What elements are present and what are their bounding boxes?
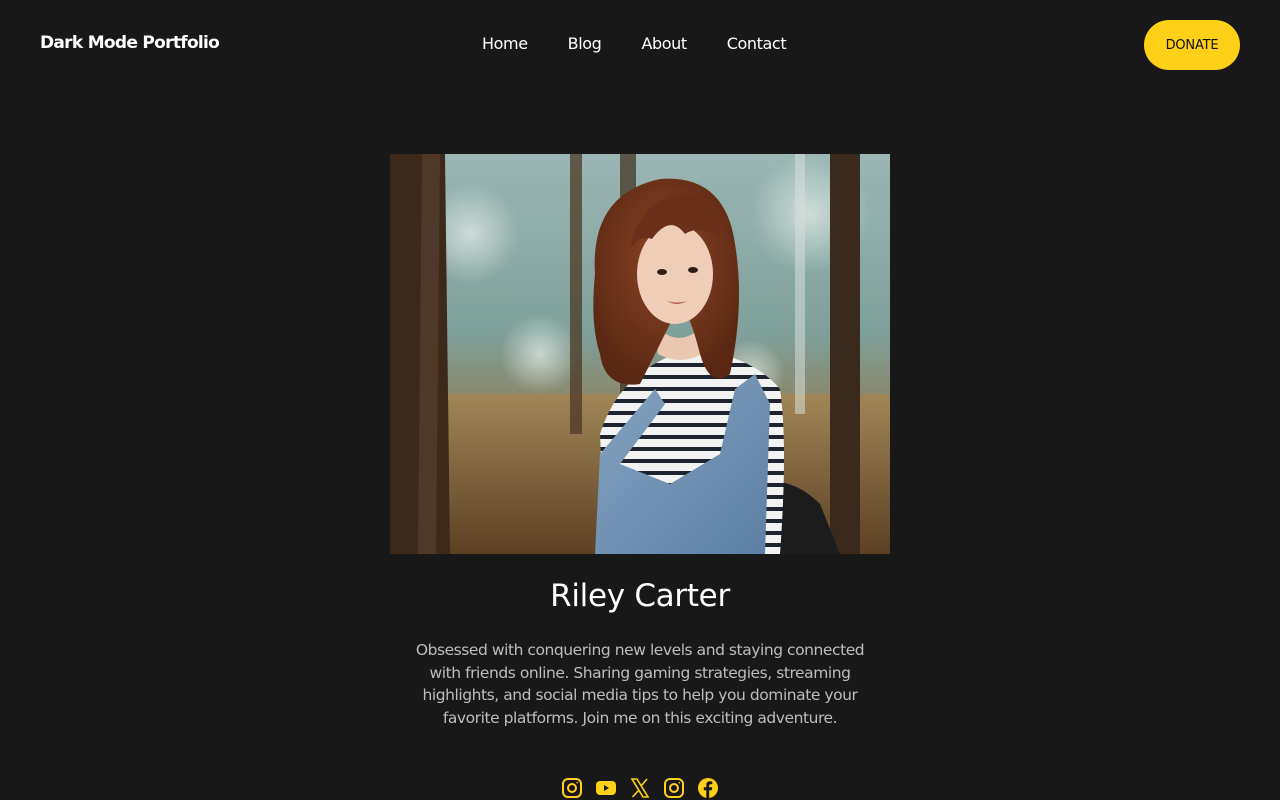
profile-name: Riley Carter	[550, 578, 730, 614]
instagram-icon[interactable]	[560, 776, 584, 800]
instagram-icon[interactable]	[662, 776, 686, 800]
x-icon[interactable]	[628, 776, 652, 800]
facebook-icon[interactable]	[696, 776, 720, 800]
nav-link-about[interactable]: About	[641, 34, 687, 53]
top-navigation-bar: Dark Mode Portfolio Home Blog About Cont…	[0, 0, 1280, 90]
social-links	[560, 776, 720, 800]
profile-bio: Obsessed with conquering new levels and …	[415, 641, 865, 727]
brand-logo-link[interactable]: Dark Mode Portfolio	[40, 33, 220, 53]
donate-button[interactable]: DONATE	[1144, 20, 1240, 70]
nav-link-contact[interactable]: Contact	[727, 34, 787, 53]
youtube-icon[interactable]	[594, 776, 618, 800]
profile-photo	[390, 154, 890, 554]
nav-link-blog[interactable]: Blog	[568, 34, 602, 53]
main-nav: Home Blog About Contact	[482, 34, 787, 53]
nav-link-home[interactable]: Home	[482, 34, 528, 53]
